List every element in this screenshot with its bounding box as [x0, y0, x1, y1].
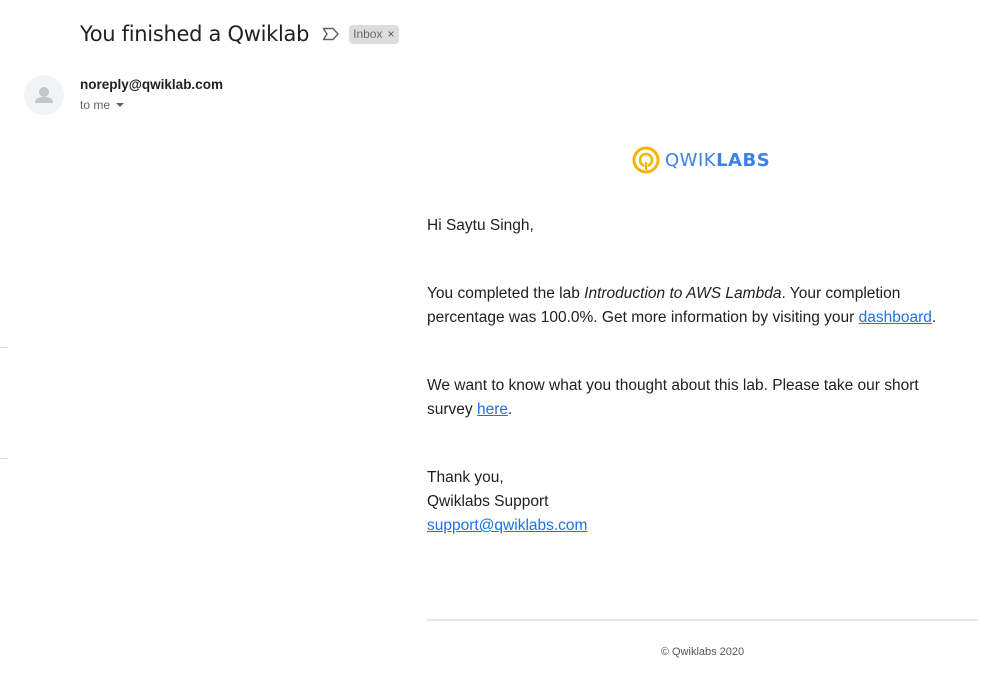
support-email-link[interactable]: support@qwiklabs.com: [427, 517, 587, 534]
qwiklabs-logo: QWIKLABS: [632, 146, 770, 174]
recipients-toggle[interactable]: to me: [80, 98, 125, 112]
divider: [0, 347, 8, 348]
signature: Qwiklabs Support: [427, 493, 549, 510]
chevron-down-icon[interactable]: [116, 103, 125, 107]
signoff: Thank you,: [427, 469, 504, 486]
survey-paragraph: We want to know what you thought about t…: [427, 377, 919, 418]
completion-paragraph: You completed the lab Introduction to AW…: [427, 285, 937, 326]
sender-email[interactable]: noreply@qwiklab.com: [80, 77, 223, 92]
sender-avatar[interactable]: [24, 75, 64, 115]
logo-text: QWIKLABS: [665, 149, 771, 171]
inbox-label-text: Inbox: [353, 26, 383, 41]
divider: [0, 458, 8, 459]
remove-label-icon[interactable]: ×: [387, 27, 394, 41]
survey-link[interactable]: here: [477, 401, 508, 418]
subject-row: You finished a Qwiklab Inbox ×: [80, 18, 400, 50]
dashboard-link[interactable]: dashboard: [859, 309, 932, 326]
footer-copyright: © Qwiklabs 2020: [660, 646, 745, 658]
support-email-line: support@qwiklabs.com: [427, 514, 967, 538]
email-subject: You finished a Qwiklab: [80, 22, 310, 46]
greeting: Hi Saytu Singh,: [427, 217, 534, 234]
inbox-label-chip: Inbox ×: [349, 24, 400, 44]
qwiklabs-logo-icon: [632, 146, 660, 174]
recipients-text: to me: [80, 98, 111, 112]
footer-divider: [427, 619, 978, 621]
lab-name: Introduction to AWS Lambda: [584, 285, 782, 302]
label-icon[interactable]: [321, 24, 341, 44]
default-avatar-icon: [35, 87, 53, 103]
